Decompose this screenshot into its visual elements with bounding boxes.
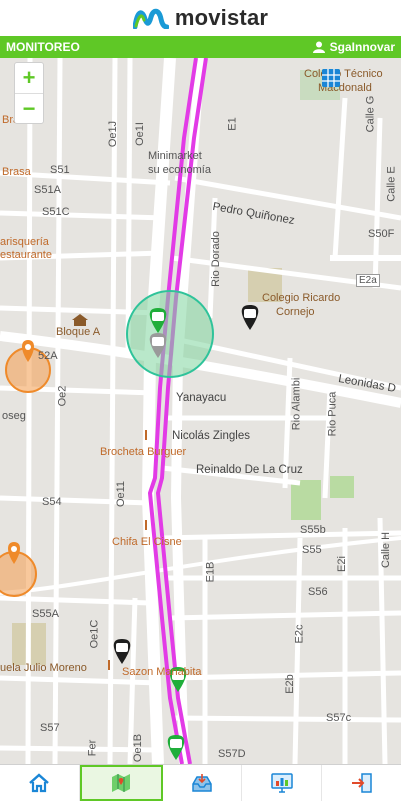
map-label: Calle G xyxy=(364,95,377,133)
map-label: E2a xyxy=(356,274,380,287)
map-label: Minimarket xyxy=(148,150,202,162)
map-label: Yanayacu xyxy=(176,392,227,404)
page-title: MONITOREO xyxy=(6,40,80,54)
map-label: Calle H xyxy=(380,531,393,569)
nav-logout[interactable] xyxy=(322,765,401,801)
map-label: E2b xyxy=(283,674,296,694)
map-label: Oe1B xyxy=(132,733,145,763)
place-area-2[interactable] xyxy=(0,551,37,597)
map-label: Bloque A xyxy=(56,326,101,338)
geofence-circle[interactable] xyxy=(126,290,214,378)
map-label: Oe1J xyxy=(107,120,120,148)
map-label: S54 xyxy=(42,496,62,508)
map-view[interactable]: Brasa Brasa arisquería estaurante Bloque… xyxy=(0,58,401,764)
map-label: E1 xyxy=(226,117,239,131)
user-icon xyxy=(312,41,325,53)
brand-header: movistar xyxy=(0,0,401,36)
nav-monitor[interactable] xyxy=(242,765,323,801)
park-area-2 xyxy=(330,476,354,498)
map-label: su economía xyxy=(148,164,211,176)
map-label: Brocheta Burguer xyxy=(100,446,187,458)
map-label: S51 xyxy=(50,164,70,176)
grid-layer-button[interactable] xyxy=(322,68,387,90)
map-label: oseg xyxy=(2,410,26,422)
map-label: E1B xyxy=(204,561,217,583)
map-label: S55A xyxy=(32,608,59,620)
map-label: Brasa xyxy=(2,166,31,178)
bottom-nav xyxy=(0,764,401,801)
grid-map-icon xyxy=(322,69,340,87)
zoom-control: + − xyxy=(14,62,44,124)
home-icon xyxy=(29,773,50,793)
map-label: Oe1I xyxy=(133,122,146,146)
map-label: Sazon Manabita xyxy=(122,666,202,678)
map-label: Oe1C xyxy=(88,619,101,649)
map-layer-buttons xyxy=(321,68,387,90)
map-label: Rio Puca xyxy=(326,391,339,437)
brand-name: movistar xyxy=(174,5,269,30)
school-icon xyxy=(72,314,88,326)
map-label: S57D xyxy=(218,748,246,760)
nav-map[interactable] xyxy=(79,765,163,801)
map-label: uela Julio Moreno xyxy=(0,662,87,674)
zoom-out-button[interactable]: − xyxy=(15,94,43,124)
app-bar: MONITOREO SgaInnovar xyxy=(0,36,401,58)
inbox-icon xyxy=(192,774,212,792)
map-icon xyxy=(112,774,131,792)
park-area xyxy=(291,480,321,520)
map-label: 52A xyxy=(38,350,58,362)
map-label: Chifa El Cisne xyxy=(112,536,182,548)
movistar-m-icon xyxy=(132,8,169,29)
map-label: Colegio Ricardo xyxy=(262,292,341,304)
map-label: E2i xyxy=(335,556,348,572)
movistar-logo: movistar xyxy=(132,5,269,31)
map-label: Reinaldo De La Cruz xyxy=(196,464,303,476)
map-label: S51A xyxy=(34,184,61,196)
monitor-chart-icon xyxy=(271,773,293,793)
bus-marker-black-2[interactable] xyxy=(113,639,131,664)
map-label: S55 xyxy=(302,544,322,556)
map-label: S57 xyxy=(40,722,60,734)
map-label: S55b xyxy=(300,524,326,536)
nav-home[interactable] xyxy=(0,765,80,801)
map-label: arisquería xyxy=(0,236,49,248)
map-label: S56 xyxy=(308,586,328,598)
map-label: Fer xyxy=(86,739,99,757)
logout-icon xyxy=(351,773,372,793)
map-label: S51C xyxy=(42,206,70,218)
map-label: S57c xyxy=(326,712,352,724)
bus-marker-black-1[interactable] xyxy=(241,305,259,330)
map-label: estaurante xyxy=(0,249,52,261)
map-label: Rio Alambi xyxy=(290,377,303,431)
user-name: SgaInnovar xyxy=(329,40,395,54)
map-label: Nicolás Zingles xyxy=(172,430,250,442)
map-label: Cornejo xyxy=(276,306,315,318)
map-label: Calle E xyxy=(385,166,398,202)
nav-inbox[interactable] xyxy=(163,765,243,801)
map-label: Oe11 xyxy=(115,480,128,508)
map-label: S50F xyxy=(368,228,395,240)
map-label: E2c xyxy=(293,624,306,644)
map-label: Oe2 xyxy=(56,385,69,407)
zoom-in-button[interactable]: + xyxy=(15,63,43,94)
user-menu[interactable]: SgaInnovar xyxy=(312,40,395,54)
map-label: Rio Dorado xyxy=(209,231,222,287)
